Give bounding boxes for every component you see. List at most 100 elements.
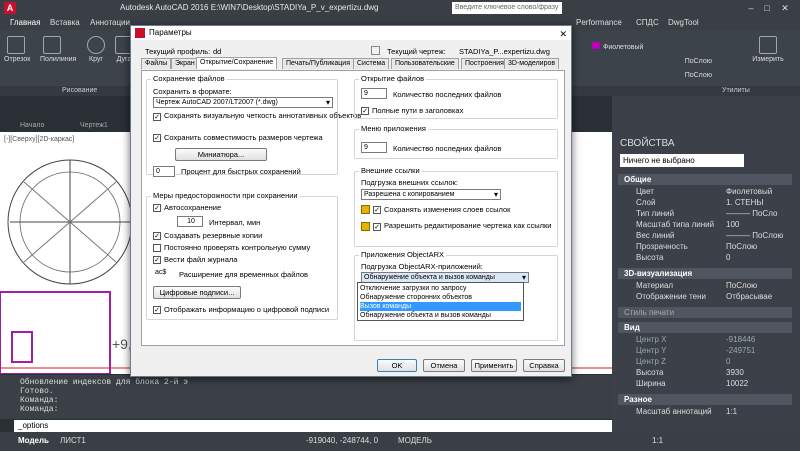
tab-drafting[interactable]: Построения [461, 58, 508, 69]
line-icon [7, 36, 25, 54]
prop-row[interactable]: Тип линий ——— ПоСло [618, 208, 792, 219]
save-format-label: Сохранить в формате: [153, 87, 232, 96]
tab-system[interactable]: Система [353, 58, 390, 69]
menu-group-title: Меню приложения [359, 124, 428, 133]
ok-button[interactable]: OK [377, 359, 417, 372]
dropdown-option[interactable]: Обнаружение сторонних объектов [360, 293, 472, 302]
dropdown-option[interactable]: Обнаружение объекта и вызов команды [360, 311, 491, 320]
dialog-close-icon[interactable]: ✕ [559, 27, 567, 41]
command-input[interactable]: _options [14, 420, 612, 432]
prop-row[interactable]: Масштаб типа линий 100 [618, 219, 792, 230]
prop-row[interactable]: Прозрачность ПоСлою [618, 241, 792, 252]
section-misc[interactable]: Разное [618, 394, 792, 405]
dropdown-option[interactable]: Отключение загрузки по запросу [360, 284, 467, 293]
autocad-icon [135, 28, 145, 38]
section-view[interactable]: Вид [618, 322, 792, 333]
color-select[interactable]: Фиолетовый [592, 42, 700, 52]
retain-xref-layers-checkbox[interactable]: ✓ [373, 206, 381, 214]
annotation-scale[interactable]: 1:1 [652, 436, 663, 445]
prop-row[interactable]: Материал ПоСлою [618, 280, 792, 291]
xref-load-select[interactable]: Разрешена с копированием [361, 189, 501, 200]
tab-plot-publish[interactable]: Печать/Публикация [282, 58, 354, 69]
prop-row[interactable]: Цвет Фиолетовый [618, 186, 792, 197]
tab-model[interactable]: Модель [18, 436, 49, 445]
allow-xref-edit-checkbox[interactable]: ✓ [373, 223, 381, 231]
panel-utilities-label[interactable]: Утилиты [722, 87, 750, 94]
file-tab-drawing1[interactable]: Чертеж1 [80, 122, 108, 129]
tab-home[interactable]: Главная [10, 18, 40, 27]
allow-xref-edit-label: Разрешить редактирование чертежа как ссы… [384, 221, 552, 230]
tab-annotate[interactable]: Аннотации [90, 18, 130, 27]
prop-row[interactable]: Слой 1. СТЕНЫ [618, 197, 792, 208]
prop-row: Центр X -918446 [636, 335, 756, 344]
autosave-interval-input[interactable]: 10 [177, 216, 203, 227]
close-icon[interactable]: ✕ [778, 2, 792, 14]
section-general[interactable]: Общие [618, 174, 792, 185]
temp-extension-input[interactable]: ac$ [153, 268, 175, 279]
circle-button[interactable]: Круг [84, 36, 108, 63]
incremental-save-input[interactable]: 0 [153, 166, 175, 177]
model-toggle[interactable]: МОДЕЛЬ [398, 436, 432, 445]
maximize-icon[interactable]: □ [760, 2, 774, 14]
recent-files-label: Количество последних файлов [393, 90, 502, 99]
prop-row[interactable]: Отображение тени Отбрасывае [618, 291, 792, 302]
tab-insert[interactable]: Вставка [50, 18, 80, 27]
section-3d-visualization[interactable]: 3D-визуализация [618, 268, 792, 279]
tab-dwgtool[interactable]: DwgTool [668, 18, 699, 27]
search-input[interactable]: Введите ключевое слово/фразу [452, 2, 562, 14]
file-tab-start[interactable]: Начало [20, 122, 44, 129]
crc-checkbox[interactable] [153, 244, 161, 252]
prop-row[interactable]: Вес линий ——— ПоСлою [618, 230, 792, 241]
measure-button[interactable]: Измерить [748, 36, 788, 63]
selection-dropdown[interactable]: Ничего не выбрано [620, 154, 744, 167]
properties-palette: СВОЙСТВА Ничего не выбрано Общие Цвет Фио… [612, 96, 800, 432]
profile-value: dd [213, 47, 222, 56]
tab-spds[interactable]: СПДС [636, 18, 659, 27]
panel-draw-label[interactable]: Рисование [62, 87, 97, 94]
menu-recent-input[interactable]: 9 [361, 142, 387, 153]
arx-load-label: Подгрузка ObjectARX-приложений: [361, 262, 483, 271]
signature-info-checkbox[interactable]: ✓ [153, 306, 161, 314]
command-history-line: Готово. [20, 387, 54, 396]
tab-open-save[interactable]: Открытие/Сохранение [196, 57, 278, 69]
full-path-checkbox[interactable]: ✓ [361, 107, 369, 115]
dropdown-option-selected[interactable]: Вызов команды [360, 302, 521, 311]
polyline-button[interactable]: Полилиния [40, 36, 76, 63]
line-button[interactable]: Отрезок [4, 36, 30, 63]
linetype-select[interactable]: ПоСлою [612, 58, 712, 68]
tab-layout1[interactable]: ЛИСТ1 [60, 436, 86, 445]
prop-row[interactable]: Масштаб аннотаций 1:1 [618, 406, 792, 417]
help-button[interactable]: Справка [523, 359, 565, 372]
tab-3d-modeling[interactable]: 3D-моделиров [504, 58, 560, 69]
digital-signatures-button[interactable]: Цифровые подписи... [153, 286, 241, 299]
profile-label: Текущий профиль: [145, 47, 211, 56]
command-history-line: Обновление индексов для блока 2-й э [20, 378, 189, 387]
section-print-style[interactable]: Стиль печати [618, 307, 792, 318]
tab-performance[interactable]: Performance [576, 18, 622, 27]
prop-row[interactable]: Ширина 10022 [618, 378, 792, 389]
xref-group-title: Внешние ссылки [359, 166, 422, 175]
prop-row: Центр Y -249751 [636, 346, 756, 355]
log-file-checkbox[interactable]: ✓ [153, 256, 161, 264]
tab-user-preferences[interactable]: Пользовательские [391, 58, 459, 69]
apply-button[interactable]: Применить [471, 359, 517, 372]
visual-fidelity-checkbox[interactable]: ✓ [153, 113, 161, 121]
backup-checkbox[interactable]: ✓ [153, 232, 161, 240]
current-drawing-label: Текущий чертеж: [387, 47, 446, 56]
maintain-compat-checkbox[interactable]: ✓ [153, 134, 161, 142]
tab-files[interactable]: Файлы [141, 58, 172, 69]
save-format-select[interactable]: Чертеж AutoCAD 2007/LT2007 (*.dwg) [153, 97, 333, 108]
autosave-checkbox[interactable]: ✓ [153, 204, 161, 212]
tab-display[interactable]: Экран [171, 58, 199, 69]
open-group-title: Открытие файлов [359, 74, 427, 83]
cancel-button[interactable]: Отмена [423, 359, 465, 372]
lineweight-select[interactable]: ПоСлою [612, 72, 712, 82]
prop-row[interactable]: Высота 3930 [618, 367, 792, 378]
thumbnail-button[interactable]: Миниатюра... [175, 148, 267, 161]
prop-row[interactable]: Высота 0 [618, 252, 792, 263]
command-history: Обновление индексов для блока 2-й э Гото… [0, 375, 612, 419]
dialog-title-bar: Параметры ✕ [131, 26, 571, 40]
minimize-icon[interactable]: – [744, 2, 758, 14]
autocad-logo-icon[interactable]: A [4, 2, 16, 14]
recent-files-input[interactable]: 9 [361, 88, 387, 99]
